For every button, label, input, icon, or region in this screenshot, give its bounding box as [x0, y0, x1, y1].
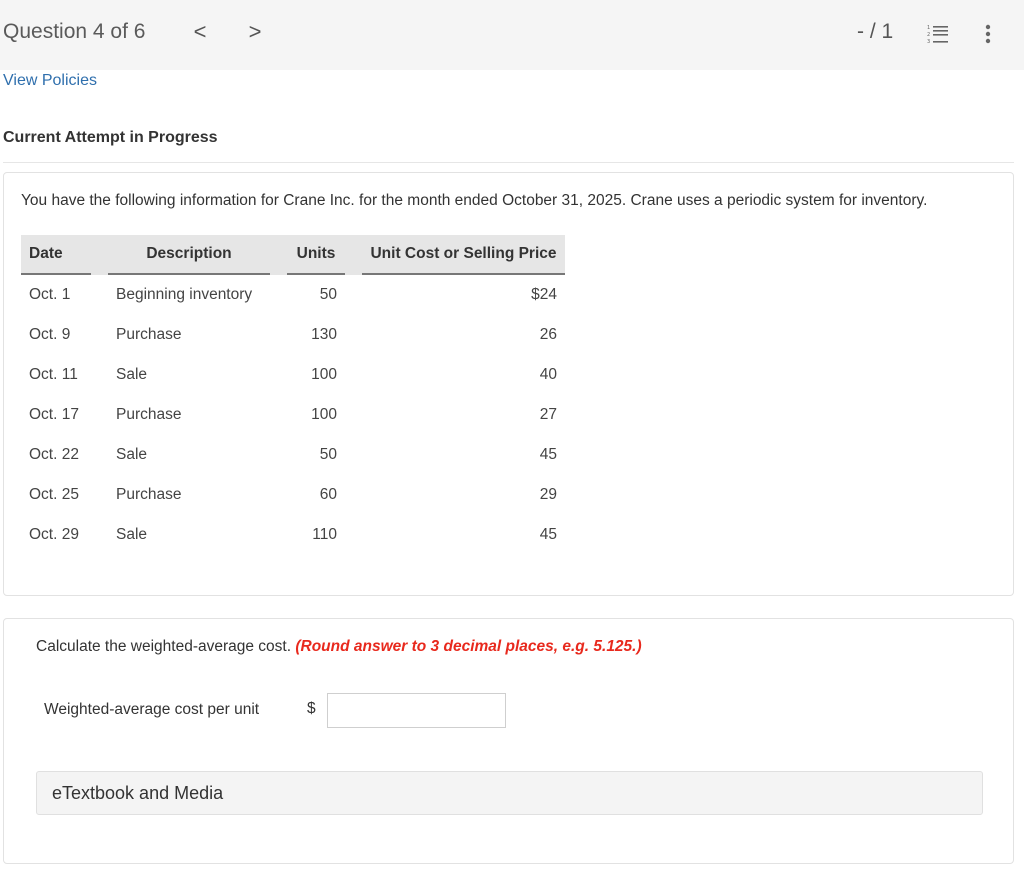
cell-price: 29 [539, 486, 557, 503]
question-counter: Question 4 of 6 [3, 20, 146, 43]
cell-units: 110 [312, 526, 337, 543]
cell-description: Purchase [116, 486, 182, 503]
prompt-text: Calculate the weighted-average cost. [36, 638, 292, 655]
cell-units: 130 [311, 326, 337, 343]
etextbook-media-button[interactable]: eTextbook and Media [36, 771, 983, 815]
cell-date: Oct. 25 [29, 486, 79, 503]
weighted-average-cost-input[interactable] [327, 693, 506, 728]
cell-price: $24 [531, 286, 557, 303]
more-vertical-icon[interactable] [983, 22, 993, 46]
cell-units: 50 [319, 286, 337, 303]
cell-description: Beginning inventory [116, 286, 253, 303]
cell-date: Oct. 17 [29, 406, 79, 423]
table-header-row: Date Description Units Unit Cost or Sell… [21, 235, 565, 275]
etextbook-media-label: eTextbook and Media [52, 783, 224, 803]
cell-price: 27 [539, 406, 557, 423]
cell-price: 45 [539, 526, 557, 543]
svg-text:3: 3 [927, 39, 930, 44]
chevron-left-icon[interactable]: < [190, 19, 210, 45]
cell-description: Purchase [116, 406, 182, 423]
table-row: Oct. 11 Sale 100 40 [21, 355, 565, 395]
cell-description: Purchase [116, 326, 182, 343]
question-card: Calculate the weighted-average cost. (Ro… [3, 618, 1014, 864]
svg-text:2: 2 [927, 32, 930, 38]
cell-units: 60 [319, 486, 337, 503]
column-header-price: Unit Cost or Selling Price [362, 235, 565, 275]
view-policies-link[interactable]: View Policies [3, 72, 97, 90]
chevron-right-icon[interactable]: > [245, 19, 265, 45]
table-row: Oct. 25 Purchase 60 29 [21, 475, 565, 515]
score-display: - / 1 [857, 20, 894, 43]
svg-text:1: 1 [927, 25, 930, 31]
column-header-date: Date [21, 235, 91, 275]
answer-label: Weighted-average cost per unit [44, 701, 260, 718]
table-row: Oct. 17 Purchase 100 27 [21, 395, 565, 435]
table-row: Oct. 1 Beginning inventory 50 $24 [21, 275, 565, 315]
divider [3, 162, 1014, 163]
question-prompt: Calculate the weighted-average cost. (Ro… [36, 638, 642, 656]
cell-price: 26 [539, 326, 557, 343]
cell-description: Sale [116, 446, 148, 463]
cell-units: 100 [311, 366, 337, 383]
cell-date: Oct. 11 [29, 366, 78, 383]
cell-description: Sale [116, 526, 148, 543]
inventory-table: Date Description Units Unit Cost or Sell… [21, 235, 565, 555]
cell-date: Oct. 29 [29, 526, 79, 543]
cell-date: Oct. 22 [29, 446, 79, 463]
cell-date: Oct. 1 [29, 286, 71, 303]
table-row: Oct. 9 Purchase 130 26 [21, 315, 565, 355]
problem-card: You have the following information for C… [3, 172, 1014, 596]
attempt-status: Current Attempt in Progress [3, 129, 218, 146]
column-header-description: Description [108, 235, 270, 275]
column-header-units: Units [287, 235, 345, 275]
cell-date: Oct. 9 [29, 326, 71, 343]
cell-price: 45 [539, 446, 557, 463]
cell-description: Sale [116, 366, 148, 383]
problem-intro: You have the following information for C… [21, 192, 928, 209]
numbered-list-icon[interactable]: 1 2 3 [927, 24, 949, 45]
table-row: Oct. 22 Sale 50 45 [21, 435, 565, 475]
cell-units: 50 [319, 446, 337, 463]
rounding-hint: (Round answer to 3 decimal places, e.g. … [295, 638, 642, 655]
cell-units: 100 [311, 406, 337, 423]
cell-price: 40 [539, 366, 557, 383]
question-header-bar: Question 4 of 6 < > - / 1 1 2 3 [0, 0, 1024, 70]
currency-symbol: $ [307, 700, 316, 717]
table-row: Oct. 29 Sale 110 45 [21, 515, 565, 555]
